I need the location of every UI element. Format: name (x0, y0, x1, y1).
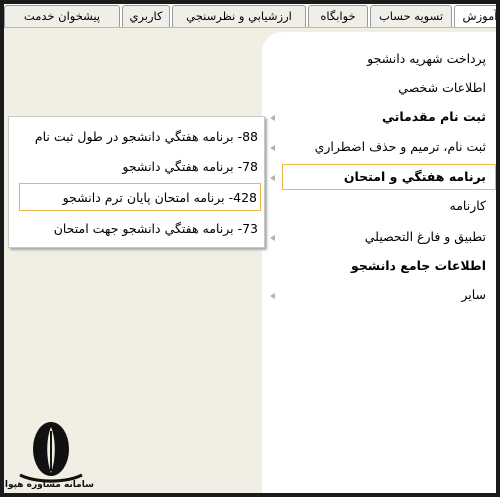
tab-karbari[interactable]: كاربري (122, 5, 170, 27)
menu-item-etelaat-shakhsi[interactable]: اطلاعات شخصي (398, 76, 486, 100)
logo-caption: سامانه مشاوره هپوا (4, 480, 94, 490)
app-window: آموزش تسويه حساب خوابگاه ارزشيابي و نظرس… (0, 0, 500, 497)
menu-item-karnameh[interactable]: کارنامه (450, 194, 486, 218)
tab-tasvieh-hesab[interactable]: تسويه حساب (370, 5, 452, 27)
menu-item-sabtenam-moghadamati[interactable]: ثبت نام مقدماتي (382, 105, 486, 129)
submenu-popup: 88- برنامه هفتگي دانشجو در طول ثبت نام 7… (8, 116, 265, 248)
menu-item-sayer[interactable]: ساير (461, 283, 486, 307)
submenu-arrow-icon (270, 235, 275, 241)
menu-item-pardakht-shahrieh[interactable]: پرداخت شهريه دانشجو (367, 47, 486, 71)
submenu-item-78[interactable]: 78- برنامه هفتگي دانشجو (10, 153, 258, 181)
tab-pishkhan[interactable]: پيشخوان خدمت (4, 5, 120, 27)
menu-item-tatbigh[interactable]: تطبيق و فارغ التحصيلي (365, 225, 486, 249)
submenu-arrow-icon (270, 293, 275, 299)
menu-item-etelaat-jame[interactable]: اطلاعات جامع دانشجو (351, 254, 486, 278)
tab-khabgah[interactable]: خوابگاه (308, 5, 368, 27)
tab-bar: آموزش تسويه حساب خوابگاه ارزشيابي و نظرس… (4, 4, 496, 28)
submenu-arrow-icon (270, 145, 275, 151)
menu-item-barname-haftegi[interactable]: برنامه هفتگي و امتحان (344, 165, 486, 189)
tab-amoozesh[interactable]: آموزش (454, 5, 496, 27)
submenu-item-73[interactable]: 73- برنامه هفتگي دانشجو جهت امتحان (10, 215, 258, 243)
submenu-item-428[interactable]: 428- برنامه امتحان پايان ترم دانشجو (19, 183, 261, 211)
submenu-arrow-icon (270, 115, 275, 121)
submenu-arrow-icon (270, 175, 275, 181)
menu-item-sabtenam-tarmim[interactable]: ثبت نام، ترميم و حذف اضطراري (315, 135, 486, 159)
submenu-item-88[interactable]: 88- برنامه هفتگي دانشجو در طول ثبت نام (10, 123, 258, 151)
tab-arzeshyabi[interactable]: ارزشيابي و نظرسنجي (172, 5, 306, 27)
